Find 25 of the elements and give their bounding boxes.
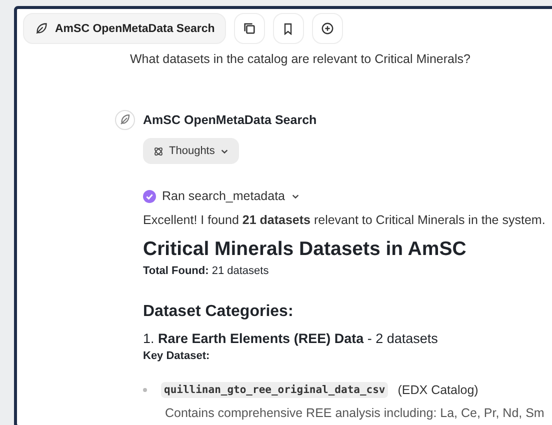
agent-button[interactable]: AmSC OpenMetaData Search [23, 13, 226, 44]
dataset-description: Contains comprehensive REE analysis including: La, Ce, Pr, Nd, Sm [165, 406, 546, 420]
key-dataset-label: Key Dataset: [143, 350, 211, 362]
thoughts-button[interactable]: Thoughts [143, 138, 239, 164]
feather-icon [34, 22, 48, 36]
response-heading: Critical Minerals Datasets in AmSC [143, 238, 468, 261]
atom-icon [153, 146, 164, 156]
add-button[interactable] [312, 13, 343, 44]
check-circle-icon [143, 190, 156, 202]
copy-button[interactable] [234, 13, 265, 44]
bookmark-icon [282, 22, 294, 34]
tool-call-toggle[interactable]: Ran search_metadata [143, 189, 552, 203]
agent-name: AmSC OpenMetaData Search [143, 113, 317, 127]
section-heading: Dataset Categories: [143, 303, 294, 321]
category-title: 1. Rare Earth Elements (REE) Data - 2 datasets [143, 331, 439, 346]
dataset-source: (EDX Catalog) [396, 383, 478, 397]
bookmark-button[interactable] [272, 13, 304, 44]
agent-avatar-icon [115, 110, 135, 130]
response-intro: Excellent! I found 21 datasets relevant to Critical Minerals in the system. [143, 213, 546, 227]
total-found: Total Found: 21 datasets [143, 265, 270, 277]
copy-icon [242, 22, 256, 35]
bullet-icon [143, 388, 147, 392]
user-message: What datasets in the catalog are relevant to Critical Minerals? [130, 52, 472, 66]
dataset-code: quillinan_gto_ree_original_data_csv [161, 382, 388, 398]
plus-circle-icon [320, 22, 334, 35]
